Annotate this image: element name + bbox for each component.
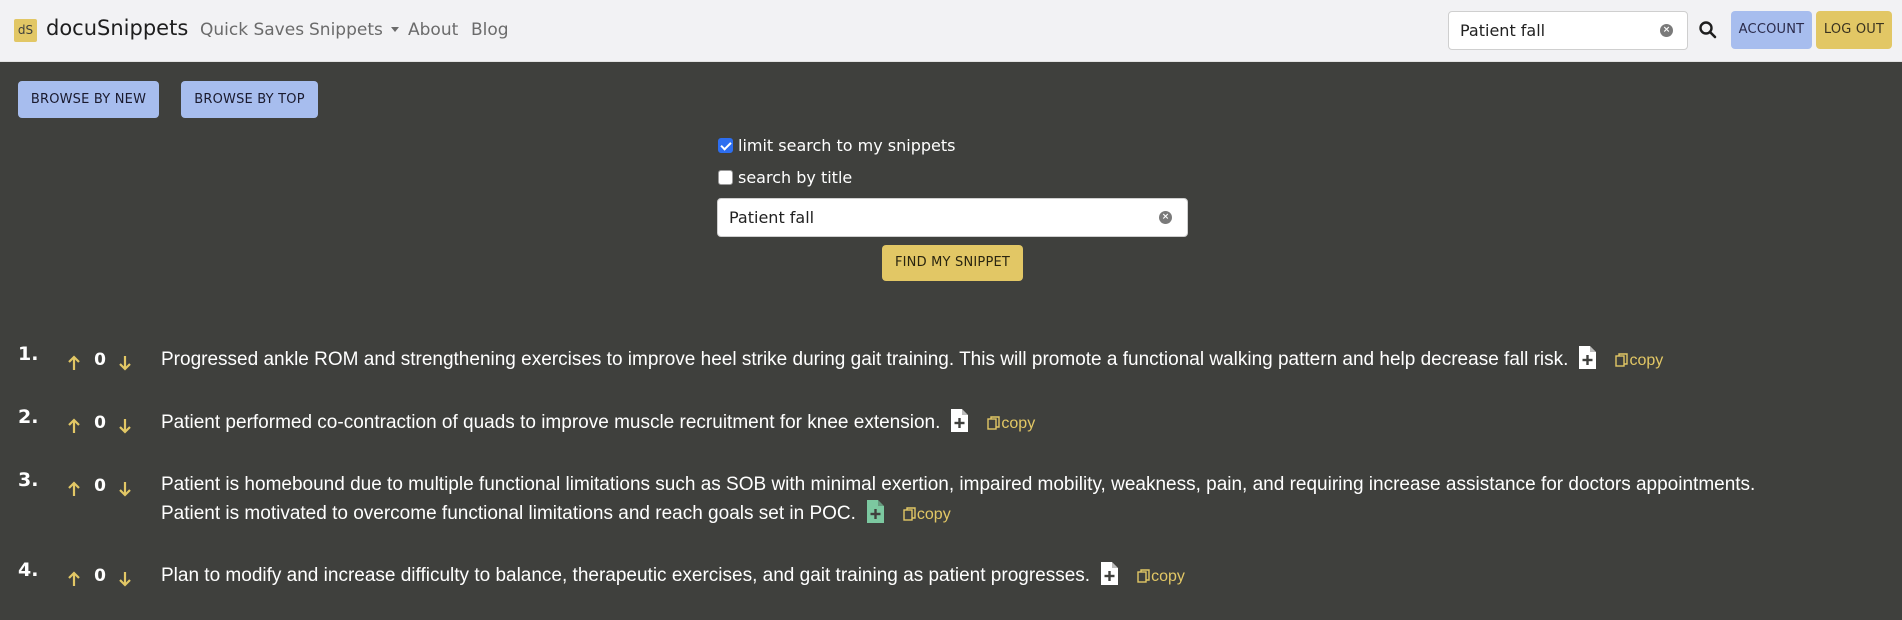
downvote-arrow-icon[interactable] bbox=[118, 418, 132, 434]
copy-button[interactable]: copy bbox=[903, 501, 951, 529]
copy-button[interactable]: copy bbox=[1615, 347, 1663, 375]
upvote-arrow-icon[interactable] bbox=[67, 355, 81, 371]
upvote-arrow-icon[interactable] bbox=[67, 571, 81, 587]
copy-label: copy bbox=[1629, 352, 1664, 369]
browse-by-new-button[interactable]: BROWSE BY NEW bbox=[18, 81, 159, 118]
vote-count: 0 bbox=[94, 566, 106, 586]
nav-snippets-dropdown[interactable]: Snippets bbox=[309, 20, 399, 40]
nav-search-value: Patient fall bbox=[1460, 21, 1546, 40]
copy-icon bbox=[903, 503, 916, 521]
upvote-arrow-icon[interactable] bbox=[67, 418, 81, 434]
save-snippet-file-icon[interactable] bbox=[950, 408, 969, 433]
snippet-text-block: Patient is homebound due to multiple fun… bbox=[161, 471, 1781, 529]
clear-search-icon[interactable]: × bbox=[1159, 211, 1172, 224]
copy-icon bbox=[987, 412, 1001, 430]
snippet-text-block: Patient performed co-contraction of quad… bbox=[161, 408, 1881, 438]
vote-count: 0 bbox=[94, 350, 106, 370]
result-number: 3. bbox=[18, 469, 39, 491]
vote-count: 0 bbox=[94, 413, 106, 433]
copy-label: copy bbox=[1151, 568, 1185, 585]
save-snippet-file-icon[interactable] bbox=[1100, 561, 1119, 586]
copy-label: copy bbox=[1001, 415, 1036, 432]
limit-search-label[interactable]: limit search to my snippets bbox=[738, 136, 956, 155]
find-my-snippet-button[interactable]: FIND MY SNIPPET bbox=[882, 245, 1023, 281]
nav-search-input[interactable]: Patient fall × bbox=[1448, 11, 1688, 50]
snippet-text[interactable]: Patient performed co-contraction of quad… bbox=[161, 412, 940, 433]
search-icon[interactable] bbox=[1698, 20, 1718, 40]
snippet-search-input[interactable]: Patient fall × bbox=[717, 198, 1188, 237]
nav-about[interactable]: About bbox=[408, 20, 458, 40]
nav-snippets-label: Snippets bbox=[309, 20, 383, 40]
copy-label: copy bbox=[916, 506, 951, 523]
result-number: 4. bbox=[18, 559, 39, 581]
nav-blog[interactable]: Blog bbox=[471, 20, 509, 40]
search-by-title-checkbox[interactable] bbox=[718, 170, 733, 185]
snippet-text[interactable]: Patient is homebound due to multiple fun… bbox=[161, 474, 1755, 524]
brand-logo[interactable]: dS bbox=[14, 19, 37, 42]
account-button[interactable]: ACCOUNT bbox=[1731, 11, 1812, 49]
navbar: dS docuSnippets Quick Saves Snippets Abo… bbox=[0, 0, 1902, 62]
vote-count: 0 bbox=[94, 476, 106, 496]
brand-name[interactable]: docuSnippets bbox=[46, 16, 188, 40]
downvote-arrow-icon[interactable] bbox=[118, 481, 132, 497]
snippet-text[interactable]: Progressed ankle ROM and strengthening e… bbox=[161, 349, 1568, 370]
downvote-arrow-icon[interactable] bbox=[118, 355, 132, 371]
caret-down-icon bbox=[390, 27, 399, 32]
search-by-title-label[interactable]: search by title bbox=[738, 168, 852, 187]
nav-quick-saves[interactable]: Quick Saves bbox=[200, 20, 304, 40]
copy-button[interactable]: copy bbox=[987, 410, 1035, 438]
copy-button[interactable]: copy bbox=[1137, 563, 1185, 591]
snippet-text[interactable]: Plan to modify and increase difficulty t… bbox=[161, 565, 1090, 586]
downvote-arrow-icon[interactable] bbox=[118, 571, 132, 587]
result-number: 2. bbox=[18, 406, 39, 428]
save-snippet-file-icon[interactable] bbox=[866, 499, 885, 524]
upvote-arrow-icon[interactable] bbox=[67, 481, 81, 497]
snippet-text-block: Progressed ankle ROM and strengthening e… bbox=[161, 345, 1881, 375]
limit-search-checkbox[interactable] bbox=[718, 138, 733, 153]
result-number: 1. bbox=[18, 343, 39, 365]
copy-icon bbox=[1615, 349, 1629, 367]
browse-by-top-button[interactable]: BROWSE BY TOP bbox=[181, 81, 318, 118]
copy-icon bbox=[1137, 565, 1150, 583]
logout-button[interactable]: LOG OUT bbox=[1816, 11, 1892, 49]
save-snippet-file-icon[interactable] bbox=[1578, 345, 1597, 370]
clear-search-icon[interactable]: × bbox=[1660, 24, 1673, 37]
snippet-search-value: Patient fall bbox=[729, 208, 815, 227]
snippet-text-block: Plan to modify and increase difficulty t… bbox=[161, 561, 1881, 591]
